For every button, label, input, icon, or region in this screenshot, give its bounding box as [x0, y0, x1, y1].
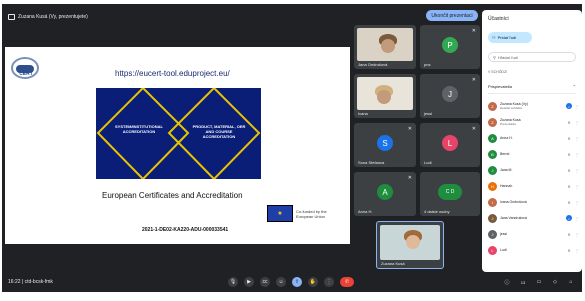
mic-off-icon: ✕	[407, 175, 412, 181]
slide-title: European Certificates and Accreditation	[102, 191, 243, 200]
institutional-accreditation-label: SYSTEM/INSTITUTIONAL ACCREDITATION	[115, 124, 163, 134]
participant-tile[interactable]: ✕ L Ludi	[420, 123, 480, 167]
search-people-input[interactable]: ⚲ Hľadať ľudí	[488, 52, 576, 62]
more-options-icon[interactable]: ⋮	[575, 168, 579, 173]
stop-presenting-button[interactable]: Ukončit prezentaci	[426, 10, 478, 21]
emoji-button[interactable]: ☺	[276, 277, 286, 287]
participant-count: 13	[520, 279, 526, 285]
mic-off-icon: ✕	[567, 199, 571, 205]
lock-icon[interactable]: ⌂	[566, 277, 576, 287]
mic-off-icon: ✕	[471, 126, 476, 132]
participant-tile[interactable]: ✕ P pns	[420, 25, 480, 69]
more-options-icon[interactable]: ⋮	[575, 200, 579, 205]
more-participants-tile[interactable]: C D 4 dalsie osoby	[420, 172, 480, 216]
self-view-tile[interactable]: Zuzana Kusá	[376, 221, 444, 269]
presenter-label: Zuzana Kusá (Vy, prezentujete)	[18, 13, 88, 20]
more-options-icon[interactable]: ⋮	[575, 104, 579, 109]
participant-tile[interactable]: ✕ Ivana	[354, 74, 416, 118]
more-options-icon[interactable]: ⋮	[575, 136, 579, 141]
participant-tile[interactable]: ✕ A Anna H.	[354, 172, 416, 216]
accreditation-diagram: SYSTEM/INSTITUTIONAL ACCREDITATION PRODU…	[96, 88, 261, 179]
participant-row[interactable]: I Ivana Ondrušová ✕ ⋮	[488, 196, 579, 208]
participant-row[interactable]: J jessi ✕ ⋮	[488, 228, 579, 240]
chat-icon[interactable]: ▭	[534, 277, 544, 287]
activities-icon[interactable]: ◇	[550, 277, 560, 287]
more-options-icon[interactable]: ⋮	[575, 184, 579, 189]
avatar: A	[377, 184, 393, 200]
raise-hand-button[interactable]: ✋	[308, 277, 318, 287]
more-options-icon[interactable]: ⋮	[575, 232, 579, 237]
mic-off-icon: ✕	[567, 135, 571, 141]
panel-title: Účastníci	[488, 16, 509, 22]
info-icon[interactable]: ⓘ	[502, 277, 512, 287]
captions-button[interactable]: cc	[260, 277, 270, 287]
mic-off-icon: ✕	[567, 151, 571, 157]
speaking-icon: •	[566, 103, 572, 109]
mic-off-icon: ✕	[567, 119, 571, 125]
participant-row[interactable]: H Hannah ✕ ⋮	[488, 180, 579, 192]
shared-slide: CERT https://eucert-tool.eduproject.eu/ …	[5, 47, 350, 244]
more-options-button[interactable]: ⋮	[324, 277, 334, 287]
leave-call-button[interactable]: ✆	[340, 277, 354, 287]
mic-off-icon: ✕	[471, 28, 476, 34]
avatar: S	[377, 135, 393, 151]
participant-row[interactable]: Z Zuzana Kusá (Vy) Hostiteľ schôdze • ⋮	[488, 100, 579, 112]
slide-url: https://eucert-tool.eduproject.eu/	[115, 69, 230, 78]
people-panel: Účastníci ⚇ Pridať ľudí ⚲ Hľadať ľudí V …	[482, 10, 582, 272]
avatar: J	[442, 86, 458, 102]
more-options-icon[interactable]: ⋮	[575, 120, 579, 125]
participant-row[interactable]: B Bernd ✕ ⋮	[488, 148, 579, 160]
project-number: 2021-1-DE02-KA220-ADU-000033541	[142, 227, 229, 233]
add-people-button[interactable]: ⚇ Pridať ľudí	[488, 32, 532, 43]
contributors-header[interactable]: Prispievatelia ⌃	[488, 84, 576, 94]
more-options-icon[interactable]: ⋮	[575, 248, 579, 253]
mic-off-icon: ✕	[567, 247, 571, 253]
product-accreditation-label: PRODUCT, MATERIAL, OER AND COURSE ACCRED…	[192, 124, 246, 139]
cert-logo: CERT	[11, 57, 39, 79]
eu-funding-badge: ★ Co-funded by the European Union	[267, 205, 330, 222]
clock-time: 16:22	[8, 279, 21, 285]
speaking-icon: •	[566, 215, 572, 221]
participant-row[interactable]: J Jana M. ✕ ⋮	[488, 164, 579, 176]
search-icon: ⚲	[493, 54, 496, 60]
participant-row[interactable]: Z Zuzana Kusá Prezentácia ✕ ⋮	[488, 116, 579, 128]
more-options-icon[interactable]: ⋮	[575, 152, 579, 157]
more-options-icon[interactable]: ⋮	[575, 216, 579, 221]
add-person-icon: ⚇	[492, 35, 496, 40]
present-icon	[8, 13, 15, 20]
mic-off-icon: ✕	[567, 167, 571, 173]
participant-tile[interactable]: Jana Ondrušová	[354, 25, 416, 69]
chevron-up-icon: ⌃	[572, 84, 576, 89]
mic-off-icon: ✕	[567, 183, 571, 189]
presenting-indicator: Zuzana Kusá (Vy, prezentujete)	[8, 12, 88, 21]
participant-tile[interactable]: ✕ S Sona Stefanca	[354, 123, 416, 167]
camera-button[interactable]: ▶	[244, 277, 254, 287]
bottom-controls: 16:22 | ctd-bcsk-fmk 🎙 ▶ cc ☺ ⇧ ✋ ⋮ ✆ ⓘ …	[2, 272, 582, 292]
meeting-code: ctd-bcsk-fmk	[24, 279, 53, 285]
mic-off-icon: ✕	[471, 77, 476, 83]
meet-window: Zuzana Kusá (Vy, prezentujete) Ukončit p…	[2, 4, 582, 292]
avatar: P	[442, 37, 458, 53]
people-button[interactable]: 13	[518, 277, 528, 287]
mic-off-icon: ✕	[407, 126, 412, 132]
participant-row[interactable]: J Jana Vandruková • ⋮	[488, 212, 579, 224]
section-label: V SCHÔDZI	[488, 70, 508, 74]
present-button[interactable]: ⇧	[292, 277, 302, 287]
mic-button[interactable]: 🎙	[228, 277, 238, 287]
avatar: L	[442, 135, 458, 151]
participant-row[interactable]: A Anna H. ✕ ⋮	[488, 132, 579, 144]
participant-tile[interactable]: ✕ J jessi	[420, 74, 480, 118]
grouped-avatars: C D	[438, 184, 462, 200]
mic-off-icon: ✕	[567, 231, 571, 237]
participant-row[interactable]: L Ludi ✕ ⋮	[488, 244, 579, 256]
eu-flag-icon: ★	[267, 205, 293, 222]
